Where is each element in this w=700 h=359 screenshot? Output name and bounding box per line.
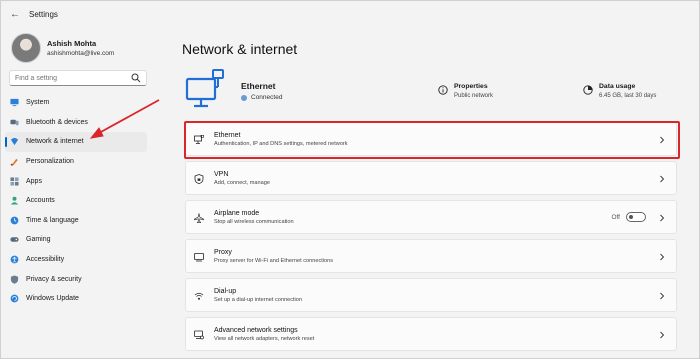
personalization-icon — [10, 158, 18, 166]
avatar[interactable] — [11, 33, 41, 63]
properties-link[interactable]: Properties Public network — [438, 83, 493, 99]
title-bar: ← Settings — [1, 1, 700, 27]
card-subtitle: Set up a dial-up internet connection — [214, 297, 303, 303]
airplane-icon — [194, 213, 204, 223]
vpn-shield-icon — [194, 174, 204, 184]
back-arrow-icon[interactable]: ← — [5, 9, 25, 20]
user-email: ashishmohta@live.com — [47, 50, 115, 57]
info-icon — [438, 85, 448, 95]
sidebar-item-label: Privacy & security — [26, 275, 82, 283]
bluetooth-icon — [10, 119, 19, 126]
chevron-right-icon — [660, 136, 665, 144]
sidebar-item-label: Network & internet — [26, 138, 84, 146]
ethernet-monitor-icon — [185, 69, 224, 108]
sidebar-item-label: System — [26, 99, 50, 107]
sidebar-item-accounts[interactable]: Accounts — [5, 191, 147, 211]
card-title: Advanced network settings — [214, 327, 298, 334]
network-icon — [10, 138, 19, 146]
sidebar-item-personalization[interactable]: Personalization — [5, 152, 147, 172]
card-subtitle: View all network adapters, network reset — [214, 336, 315, 342]
search-input[interactable] — [15, 74, 131, 82]
sidebar-item-bluetooth[interactable]: Bluetooth & devices — [5, 113, 147, 133]
ethernet-overview: Ethernet Connected Properties Public net… — [181, 67, 681, 117]
search-box[interactable] — [9, 70, 147, 86]
sidebar-item-system[interactable]: System — [5, 93, 147, 113]
sidebar-item-windows-update[interactable]: Windows Update — [5, 289, 147, 309]
proxy-card[interactable]: Proxy Proxy server for Wi-Fi and Etherne… — [185, 239, 677, 273]
time-language-icon — [10, 216, 19, 225]
toggle-switch[interactable] — [626, 212, 646, 222]
connection-status-label: Connected — [251, 94, 283, 101]
data-usage-subtitle: 6.45 GB, last 30 days — [599, 93, 657, 99]
ethernet-name: Ethernet — [241, 81, 276, 91]
search-icon[interactable] — [131, 73, 141, 83]
sidebar-item-accessibility[interactable]: Accessibility — [5, 250, 147, 270]
chevron-right-icon — [660, 175, 665, 183]
sidebar-item-label: Windows Update — [26, 295, 79, 303]
connection-status: Connected — [241, 94, 282, 101]
dial-up-card[interactable]: Dial-up Set up a dial-up internet connec… — [185, 278, 677, 312]
page-title: Network & internet — [182, 41, 298, 57]
chevron-right-icon — [660, 214, 665, 222]
accessibility-icon — [10, 255, 19, 264]
sidebar-item-label: Bluetooth & devices — [26, 118, 88, 126]
card-title: Ethernet — [214, 132, 241, 139]
ethernet-card[interactable]: Ethernet Authentication, IP and DNS sett… — [184, 121, 680, 159]
card-subtitle: Add, connect, manage — [214, 180, 270, 186]
sidebar-nav: System Bluetooth & devices Network & int… — [5, 93, 147, 309]
properties-title: Properties — [454, 83, 488, 90]
sidebar-item-label: Personalization — [26, 158, 74, 166]
gaming-icon — [10, 237, 19, 243]
card-title: Dial-up — [214, 288, 237, 295]
accounts-icon — [10, 196, 19, 205]
dialup-icon — [194, 292, 204, 300]
proxy-icon — [194, 253, 204, 262]
sidebar-item-label: Accessibility — [26, 256, 65, 264]
advanced-network-icon — [194, 330, 204, 340]
data-usage-title: Data usage — [599, 83, 636, 90]
user-profile[interactable]: Ashish Mohta ashishmohta@live.com — [11, 33, 114, 63]
chevron-right-icon — [660, 292, 665, 300]
sidebar-item-label: Apps — [26, 177, 42, 185]
sidebar-item-gaming[interactable]: Gaming — [5, 230, 147, 250]
user-name: Ashish Mohta — [47, 39, 97, 48]
sidebar-item-network[interactable]: Network & internet — [5, 132, 147, 152]
sidebar-item-privacy[interactable]: Privacy & security — [5, 269, 147, 289]
vpn-card[interactable]: VPN Add, connect, manage — [185, 161, 677, 195]
card-title: VPN — [214, 171, 229, 178]
card-subtitle: Proxy server for Wi-Fi and Ethernet conn… — [214, 258, 334, 264]
card-subtitle: Authentication, IP and DNS settings, met… — [214, 141, 348, 147]
data-usage-link[interactable]: Data usage 6.45 GB, last 30 days — [583, 83, 656, 99]
sidebar-item-label: Gaming — [26, 236, 51, 244]
window-title: Settings — [29, 9, 58, 19]
windows-update-icon — [10, 294, 19, 303]
airplane-mode-card[interactable]: Airplane mode Stop all wireless communic… — [185, 200, 677, 234]
advanced-network-settings-card[interactable]: Advanced network settings View all netwo… — [185, 317, 677, 351]
privacy-icon — [10, 275, 19, 284]
data-usage-icon — [583, 85, 593, 95]
airplane-mode-toggle[interactable]: Off — [611, 212, 646, 222]
connected-icon — [241, 94, 247, 101]
sidebar-item-label: Accounts — [26, 197, 55, 205]
system-icon — [10, 99, 19, 107]
chevron-right-icon — [660, 253, 665, 261]
sidebar-item-time-language[interactable]: Time & language — [5, 211, 147, 231]
properties-subtitle: Public network — [454, 93, 494, 99]
apps-icon — [10, 177, 19, 186]
card-title: Proxy — [214, 249, 232, 256]
toggle-state-label: Off — [611, 213, 620, 221]
sidebar-item-label: Time & language — [26, 216, 79, 224]
card-subtitle: Stop all wireless communication — [214, 219, 294, 225]
sidebar: Ashish Mohta ashishmohta@live.com System… — [1, 27, 161, 359]
sidebar-item-apps[interactable]: Apps — [5, 171, 147, 191]
chevron-right-icon — [660, 331, 665, 339]
card-title: Airplane mode — [214, 210, 260, 217]
ethernet-icon — [194, 135, 204, 144]
